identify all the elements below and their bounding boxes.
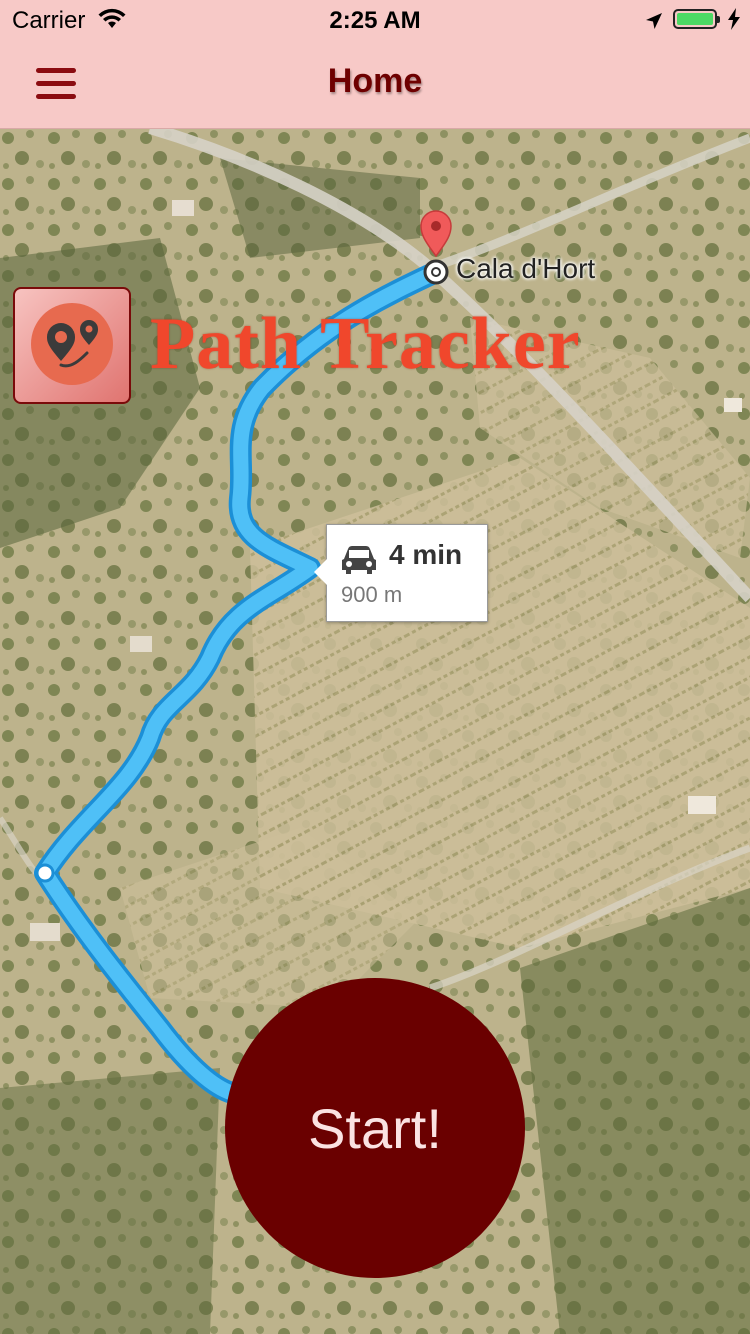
header: Carrier 2:25 AM Home: [0, 0, 750, 129]
status-bar: Carrier 2:25 AM: [0, 0, 750, 40]
app-title: Path Tracker: [150, 303, 581, 385]
battery-icon: [673, 9, 720, 29]
nav-bar: Home: [0, 40, 750, 128]
waypoint-dot: [35, 863, 55, 883]
status-time: 2:25 AM: [329, 7, 421, 34]
path-pins-icon: [31, 303, 113, 385]
route-duration: 4 min: [389, 539, 463, 570]
route-distance: 900 m: [341, 582, 403, 607]
destination-label: Cala d'Hort: [456, 253, 596, 284]
route-info-badge[interactable]: 4 min 900 m: [314, 524, 488, 622]
start-button[interactable]: Start!: [225, 978, 525, 1278]
page-title: Home: [327, 62, 423, 100]
bolt-icon: [727, 8, 741, 37]
location-arrow-icon: [644, 10, 664, 38]
map-view[interactable]: Cala d'Hort 4 min 900 m Path Tracker Sta…: [0, 128, 750, 1334]
app-logo: [13, 287, 131, 404]
